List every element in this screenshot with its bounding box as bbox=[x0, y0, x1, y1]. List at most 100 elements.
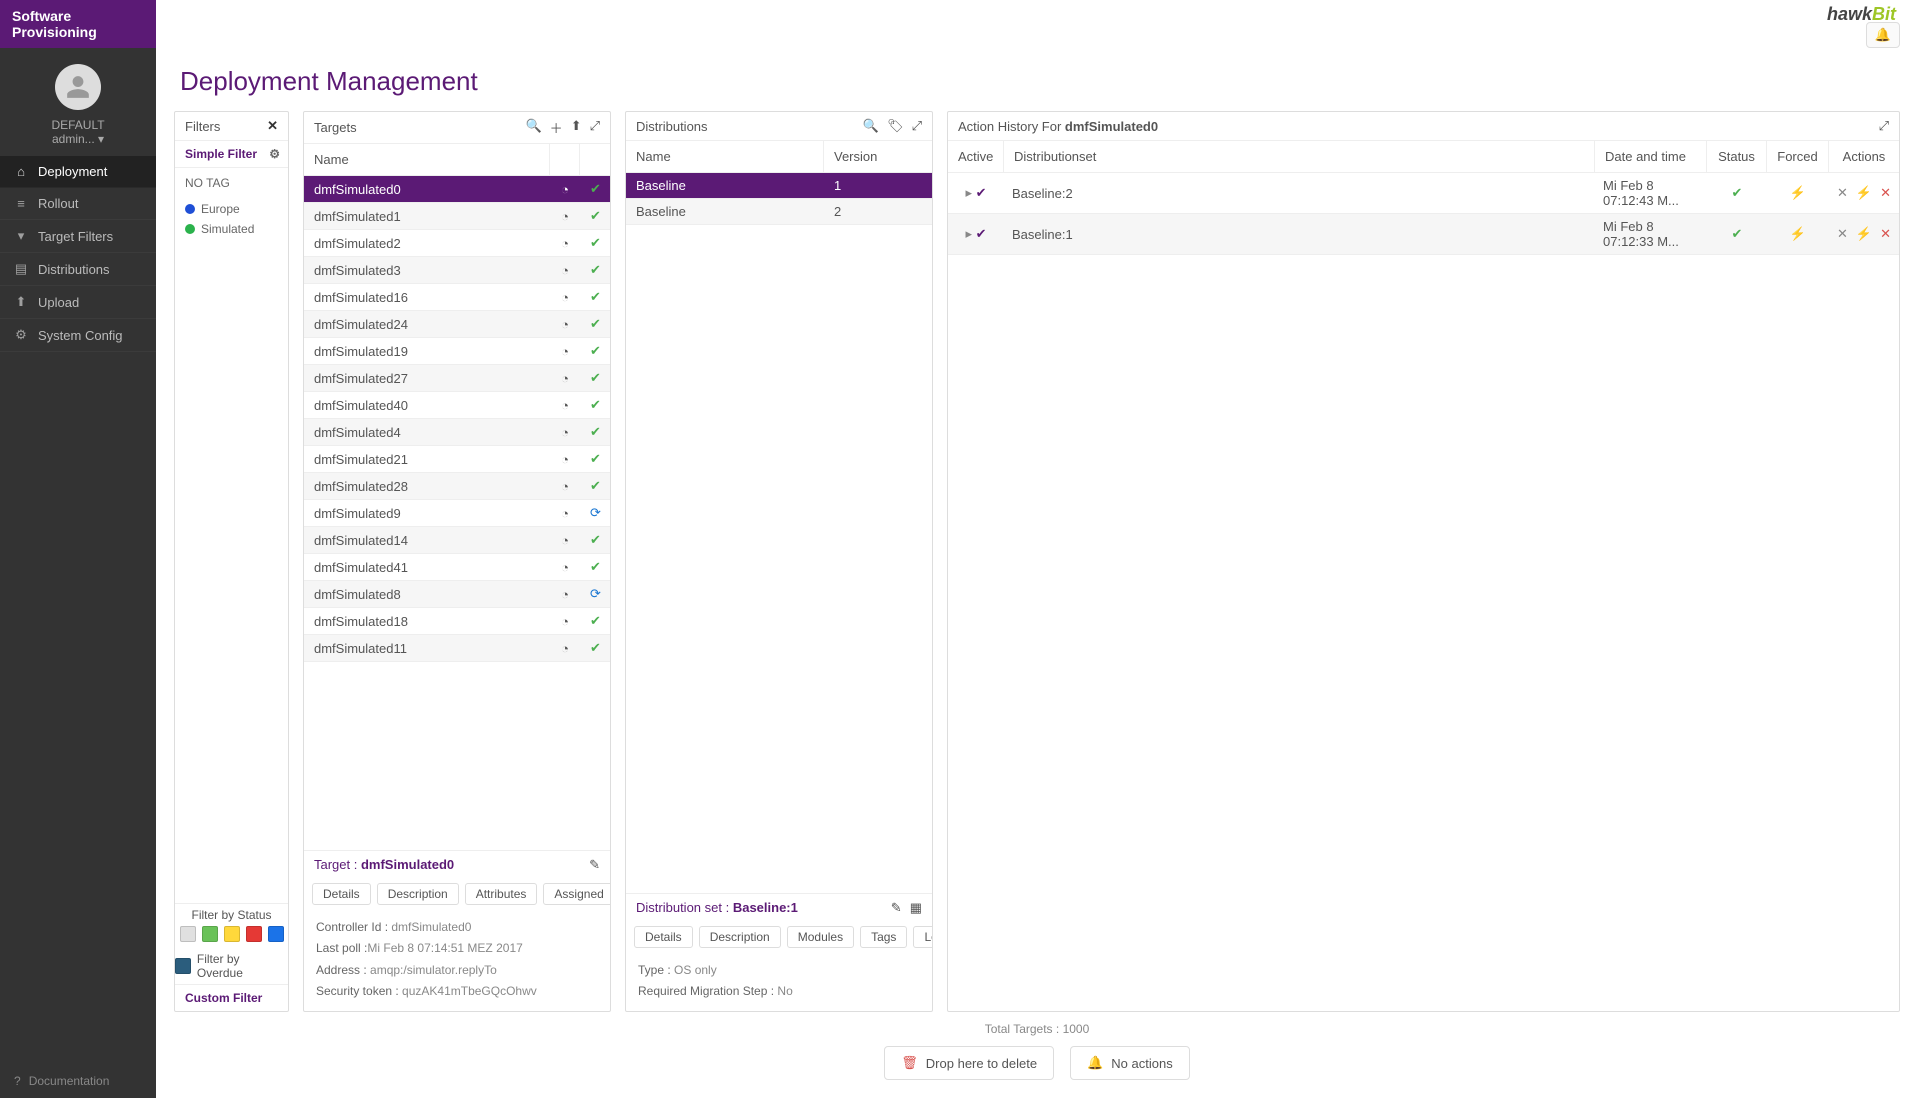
target-row[interactable]: dmfSimulated19◔✔ bbox=[304, 338, 610, 365]
targets-col-name: Name bbox=[304, 144, 550, 175]
total-targets: Total Targets : 1000 bbox=[985, 1022, 1090, 1036]
poll-status-icon: ◔ bbox=[550, 393, 580, 418]
poll-status-icon: ◔ bbox=[550, 501, 580, 526]
status-swatch[interactable] bbox=[180, 926, 196, 942]
target-row[interactable]: dmfSimulated27◔✔ bbox=[304, 365, 610, 392]
poll-status-icon: ◔ bbox=[550, 231, 580, 256]
tab-details[interactable]: Details bbox=[634, 926, 693, 948]
search-icon[interactable]: 🔍 bbox=[525, 118, 541, 137]
tab-details[interactable]: Details bbox=[312, 883, 371, 905]
target-row[interactable]: dmfSimulated9◔⟳ bbox=[304, 500, 610, 527]
close-filters-icon[interactable]: ✕ bbox=[267, 118, 278, 134]
nav-item-deployment[interactable]: ⌂Deployment bbox=[0, 156, 156, 188]
target-row[interactable]: dmfSimulated11◔✔ bbox=[304, 635, 610, 662]
force-action-icon[interactable]: ⚡ bbox=[1856, 185, 1872, 201]
target-row[interactable]: dmfSimulated14◔✔ bbox=[304, 527, 610, 554]
nav-item-system-config[interactable]: ⚙System Config bbox=[0, 319, 156, 352]
update-status-icon: ✔ bbox=[580, 338, 610, 364]
poll-status-icon: ◔ bbox=[550, 177, 580, 202]
add-icon[interactable]: ＋ bbox=[550, 118, 563, 137]
trash-icon: 🗑 bbox=[901, 1055, 918, 1071]
bell-icon: 🔔 bbox=[1087, 1055, 1103, 1071]
nav-item-rollout[interactable]: ≡Rollout bbox=[0, 188, 156, 220]
bolt-icon: ⚡ bbox=[1790, 226, 1806, 241]
custom-filter-title[interactable]: Custom Filter bbox=[175, 984, 288, 1011]
notifications-button[interactable]: 🔔 bbox=[1866, 22, 1900, 48]
history-row[interactable]: ▸ ✔Baseline:2Mi Feb 8 07:12:43 M...✔⚡✕⚡✕ bbox=[948, 173, 1899, 214]
hist-col-forced: Forced bbox=[1767, 141, 1829, 172]
poll-status-icon: ◔ bbox=[550, 555, 580, 580]
target-row[interactable]: dmfSimulated24◔✔ bbox=[304, 311, 610, 338]
cancel-action-icon[interactable]: ✕ bbox=[1837, 226, 1848, 242]
status-ok-icon: ✔ bbox=[1732, 185, 1743, 200]
nav-item-target-filters[interactable]: ▾Target Filters bbox=[0, 220, 156, 253]
tab-assigned[interactable]: Assigned bbox=[543, 883, 610, 905]
edit-icon[interactable]: ✎ bbox=[891, 900, 902, 916]
distribution-row[interactable]: Baseline2 bbox=[626, 199, 932, 225]
poll-status-icon: ◔ bbox=[550, 285, 580, 310]
delete-action-icon[interactable]: ✕ bbox=[1880, 185, 1891, 201]
hist-col-actions: Actions bbox=[1829, 141, 1899, 172]
delete-action-icon[interactable]: ✕ bbox=[1880, 226, 1891, 242]
target-row[interactable]: dmfSimulated2◔✔ bbox=[304, 230, 610, 257]
tab-modules[interactable]: Modules bbox=[787, 926, 854, 948]
history-row[interactable]: ▸ ✔Baseline:1Mi Feb 8 07:12:33 M...✔⚡✕⚡✕ bbox=[948, 214, 1899, 255]
target-row[interactable]: dmfSimulated41◔✔ bbox=[304, 554, 610, 581]
search-icon[interactable]: 🔍 bbox=[863, 118, 879, 134]
tab-log[interactable]: Log bbox=[913, 926, 932, 948]
cancel-action-icon[interactable]: ✕ bbox=[1837, 185, 1848, 201]
target-details-title: Target : dmfSimulated0 bbox=[314, 857, 454, 872]
poll-status-icon: ◔ bbox=[550, 636, 580, 661]
target-row[interactable]: dmfSimulated4◔✔ bbox=[304, 419, 610, 446]
distribution-row[interactable]: Baseline1 bbox=[626, 173, 932, 199]
edit-icon[interactable]: ✎ bbox=[589, 857, 600, 873]
drop-delete-button[interactable]: 🗑Drop here to delete bbox=[884, 1046, 1054, 1080]
update-status-icon: ✔ bbox=[580, 257, 610, 283]
tag-no-tag[interactable]: NO TAG bbox=[185, 176, 278, 190]
metadata-icon[interactable]: ▦ bbox=[910, 900, 922, 916]
expand-icon[interactable]: ⤢ bbox=[912, 118, 922, 134]
tab-description[interactable]: Description bbox=[699, 926, 781, 948]
status-swatch[interactable] bbox=[202, 926, 218, 942]
tab-attributes[interactable]: Attributes bbox=[465, 883, 538, 905]
tab-tags[interactable]: Tags bbox=[860, 926, 907, 948]
target-row[interactable]: dmfSimulated18◔✔ bbox=[304, 608, 610, 635]
status-swatch[interactable] bbox=[268, 926, 284, 942]
nav-item-distributions[interactable]: ▤Distributions bbox=[0, 253, 156, 286]
target-row[interactable]: dmfSimulated8◔⟳ bbox=[304, 581, 610, 608]
target-row[interactable]: dmfSimulated21◔✔ bbox=[304, 446, 610, 473]
expand-row-icon[interactable]: ▸ bbox=[965, 185, 972, 200]
status-swatch[interactable] bbox=[224, 926, 240, 942]
expand-icon[interactable]: ⤢ bbox=[590, 118, 600, 137]
update-status-icon: ✔ bbox=[580, 311, 610, 337]
target-row[interactable]: dmfSimulated0◔✔ bbox=[304, 176, 610, 203]
upload-icon[interactable]: ⬆ bbox=[571, 118, 582, 137]
gear-icon[interactable]: ⚙ bbox=[269, 147, 280, 161]
target-row[interactable]: dmfSimulated28◔✔ bbox=[304, 473, 610, 500]
target-row[interactable]: dmfSimulated16◔✔ bbox=[304, 284, 610, 311]
filters-title: Filters bbox=[185, 119, 220, 134]
overdue-swatch[interactable] bbox=[175, 958, 191, 974]
target-row[interactable]: dmfSimulated1◔✔ bbox=[304, 203, 610, 230]
expand-icon[interactable]: ⤢ bbox=[1879, 118, 1889, 134]
target-row[interactable]: dmfSimulated3◔✔ bbox=[304, 257, 610, 284]
tag-simulated[interactable]: Simulated bbox=[185, 222, 278, 236]
force-action-icon[interactable]: ⚡ bbox=[1856, 226, 1872, 242]
poll-status-icon: ◔ bbox=[550, 609, 580, 634]
nav-item-upload[interactable]: ⬆Upload bbox=[0, 286, 156, 319]
documentation-link[interactable]: ? Documentation bbox=[0, 1064, 156, 1098]
user-name[interactable]: admin... ▾ bbox=[10, 132, 146, 146]
tab-description[interactable]: Description bbox=[377, 883, 459, 905]
list-icon: ≡ bbox=[14, 196, 28, 211]
poll-status-icon: ◔ bbox=[550, 204, 580, 229]
no-actions-button[interactable]: 🔔No actions bbox=[1070, 1046, 1190, 1080]
tag-europe[interactable]: Europe bbox=[185, 202, 278, 216]
status-swatch[interactable] bbox=[246, 926, 262, 942]
target-row[interactable]: dmfSimulated40◔✔ bbox=[304, 392, 610, 419]
update-status-icon: ✔ bbox=[580, 554, 610, 580]
tag-icon[interactable]: 🏷 bbox=[887, 118, 904, 134]
avatar[interactable] bbox=[55, 64, 101, 110]
expand-row-icon[interactable]: ▸ bbox=[965, 226, 972, 241]
user-tenant: DEFAULT bbox=[10, 118, 146, 132]
poll-status-icon: ◔ bbox=[550, 474, 580, 499]
